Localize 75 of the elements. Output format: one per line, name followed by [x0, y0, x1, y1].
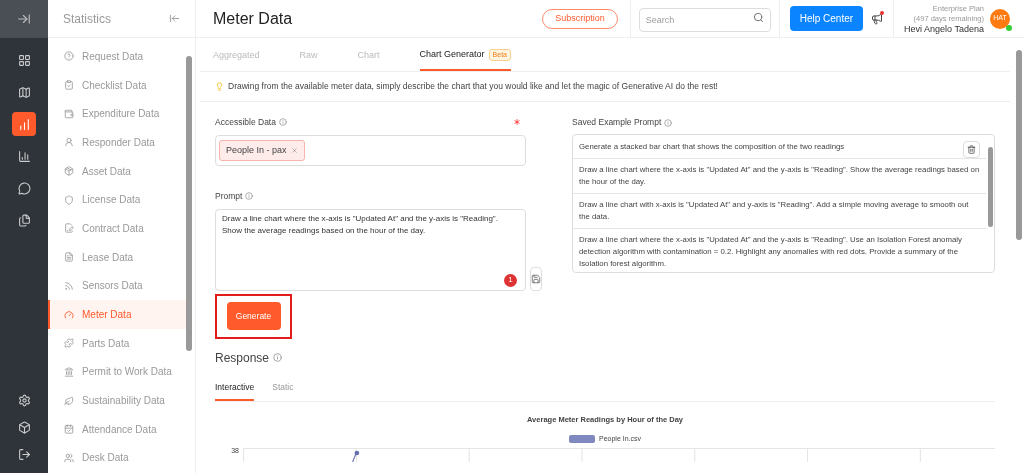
shield-icon: [64, 194, 74, 205]
grid-icon: [17, 53, 31, 67]
page-title: Meter Data: [213, 8, 294, 29]
chart-icon: [17, 149, 31, 163]
logout-icon[interactable]: [17, 448, 31, 461]
settings-icon[interactable]: [17, 394, 31, 407]
signal-icon: [64, 280, 74, 291]
legend-swatch: [569, 434, 595, 443]
question-icon: [64, 51, 74, 62]
tab[interactable]: Static: [272, 380, 294, 402]
save-icon: [531, 273, 541, 284]
leaf-icon: [64, 395, 74, 406]
field-label: Saved Example Prompt: [572, 116, 662, 129]
gauge-icon: [64, 309, 74, 320]
search-field[interactable]: Search: [638, 7, 771, 32]
section-title: Response: [215, 349, 270, 367]
collapse-icon[interactable]: [169, 13, 180, 24]
user-icon: [64, 137, 74, 148]
search-icon[interactable]: [752, 11, 764, 23]
lightbulb-icon: [215, 82, 224, 91]
sidebar-item[interactable]: Checklist Data: [48, 70, 186, 100]
sidebar-item[interactable]: Permit to Work Data: [48, 357, 186, 387]
sidebar-item[interactable]: Attendance Data: [48, 414, 186, 444]
expand-icon[interactable]: [17, 12, 31, 26]
field-label: Prompt: [215, 189, 243, 203]
sidebar-item[interactable]: License Data: [48, 185, 186, 215]
field-label: Accessible Data: [215, 116, 276, 129]
sidebar-item[interactable]: Parts Data: [48, 328, 186, 358]
delete-button[interactable]: [963, 141, 980, 158]
data-tag[interactable]: People In - pax: [219, 139, 305, 161]
sidebar-item[interactable]: Sensors Data: [48, 271, 186, 301]
tab[interactable]: Interactive: [215, 380, 255, 402]
asterisk-icon: [512, 117, 522, 128]
sidebar-item[interactable]: Contract Data: [48, 214, 186, 243]
info-icon: [664, 118, 673, 127]
help-center-button[interactable]: Help Center: [789, 6, 864, 31]
sidebar-item[interactable]: Lease Data: [48, 242, 186, 272]
contract-icon: [64, 223, 74, 234]
sidebar-item[interactable]: Responder Data: [48, 128, 186, 157]
tab[interactable]: Aggregated: [213, 41, 260, 71]
generate-button[interactable]: Generate: [226, 302, 281, 330]
package-icon: [64, 166, 74, 177]
trash-icon: [967, 145, 976, 154]
sidebar-item[interactable]: Sustainability Data: [48, 386, 186, 415]
prompt-textarea[interactable]: Draw a line chart where the x-axis is "Updated At" and the y-axis is "Reading". Show the average readings based on the hour of the day. 1: [215, 208, 526, 291]
rail-button[interactable]: [12, 112, 36, 136]
info-icon: [273, 353, 283, 362]
tag-select-field[interactable]: People In - pax: [215, 134, 526, 166]
sidebar-title: Statistics: [63, 10, 111, 28]
calendar-icon: [64, 424, 74, 435]
user-name: Hevi Angelo Tadena: [904, 23, 984, 34]
wallet-icon: [64, 108, 74, 119]
sidebar-item[interactable]: Desk Data: [48, 443, 186, 473]
save-button[interactable]: [530, 266, 542, 291]
puzzle-icon: [64, 338, 74, 349]
documents-icon: [17, 213, 31, 227]
bar-chart-icon: [17, 117, 31, 131]
people-icon: [64, 452, 74, 463]
clipboard-icon: [64, 80, 74, 91]
sidebar-item[interactable]: Expenditure Data: [48, 99, 186, 129]
tab[interactable]: Chart: [357, 41, 380, 71]
info-icon: [245, 192, 254, 201]
chat-icon: [17, 181, 31, 195]
sidebar-item[interactable]: Request Data: [48, 42, 186, 71]
map-icon: [17, 85, 31, 99]
info-text: Drawing from the available meter data, simply describe the chart that you would like and let the magic of Generative AI do the rest!: [228, 80, 718, 93]
cube-icon[interactable]: [17, 421, 31, 434]
error-count-badge: 1: [504, 273, 517, 287]
sidebar-item[interactable]: Asset Data: [48, 156, 186, 186]
info-icon: [278, 118, 287, 127]
sidebar-item[interactable]: Meter Data: [48, 300, 186, 329]
megaphone-icon[interactable]: [871, 12, 884, 25]
tab[interactable]: Raw: [299, 41, 318, 71]
building-icon: [64, 366, 74, 377]
document-icon: [64, 252, 74, 263]
